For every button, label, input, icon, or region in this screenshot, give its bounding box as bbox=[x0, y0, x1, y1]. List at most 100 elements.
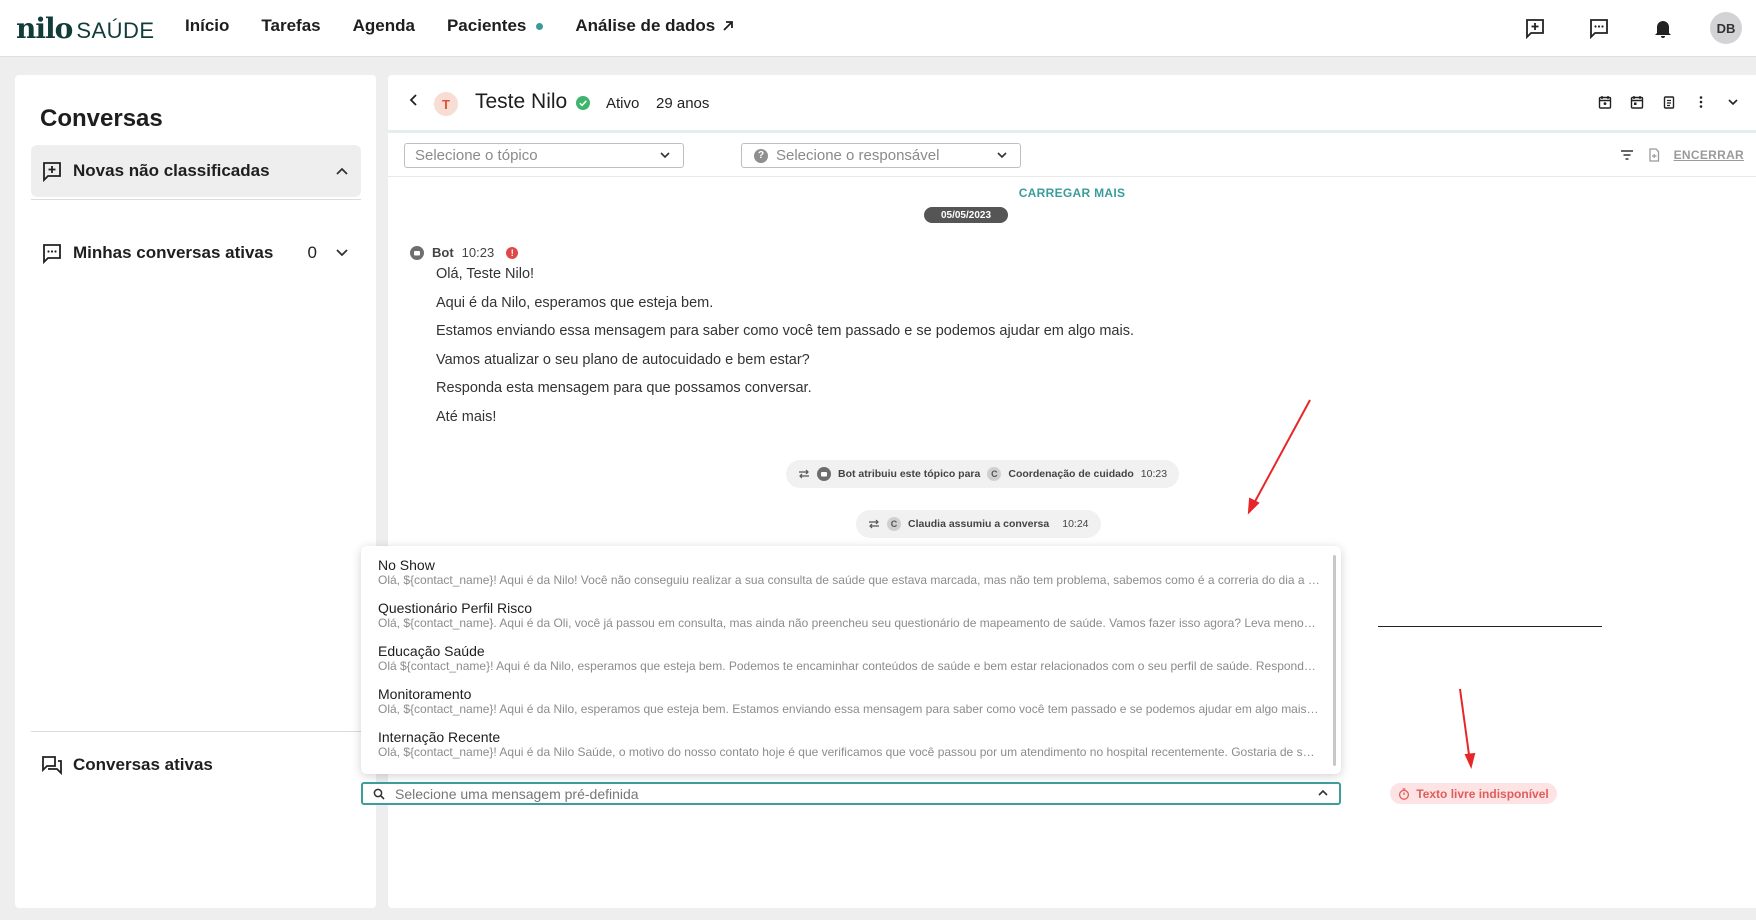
load-more-button[interactable]: CARREGAR MAIS bbox=[388, 186, 1756, 200]
bot-icon bbox=[817, 467, 831, 481]
user-badge: C bbox=[887, 517, 901, 531]
main-nav: Início Tarefas Agenda Pacientes Análise … bbox=[185, 16, 735, 36]
dropdown-scrollbar[interactable] bbox=[1333, 555, 1336, 766]
event-time: 10:24 bbox=[1062, 518, 1089, 530]
responsible-select[interactable]: ? Selecione o responsável bbox=[741, 143, 1021, 168]
user-avatar[interactable]: DB bbox=[1710, 12, 1742, 44]
template-title: No Show bbox=[378, 557, 435, 573]
section-novas-nao-classificadas[interactable]: Novas não classificadas bbox=[31, 145, 361, 197]
chevron-down-icon bbox=[660, 152, 670, 159]
section-label: Minhas conversas ativas bbox=[73, 243, 274, 262]
notification-dot-icon bbox=[536, 22, 544, 30]
template-preview: Olá ${contact_name}! Aqui é da Nilo, esp… bbox=[378, 659, 1320, 673]
bell-icon[interactable] bbox=[1646, 11, 1680, 45]
conversation-assumed-event: C Claudia assumiu a conversa 10:24 bbox=[856, 510, 1101, 538]
chat-bubble-icon bbox=[43, 244, 61, 264]
chevron-up-icon[interactable] bbox=[1317, 787, 1329, 799]
patient-name[interactable]: Teste Nilo bbox=[475, 90, 567, 114]
message-plus-icon bbox=[43, 162, 61, 182]
responsible-select-placeholder: Selecione o responsável bbox=[776, 147, 940, 164]
template-title: Monitoramento bbox=[378, 686, 472, 702]
footer-divider bbox=[31, 731, 361, 732]
question-mark-icon: ? bbox=[754, 148, 768, 163]
calendar-icon[interactable] bbox=[1628, 93, 1646, 111]
template-title: Educação Saúde bbox=[378, 643, 485, 659]
conversation-filters: Selecione o tópico ? Selecione o respons… bbox=[388, 133, 1756, 177]
topic-select-placeholder: Selecione o tópico bbox=[415, 147, 538, 164]
chevron-down-icon[interactable] bbox=[335, 246, 349, 260]
nav-agenda[interactable]: Agenda bbox=[353, 16, 415, 36]
external-link-arrow-icon bbox=[723, 21, 734, 31]
section-label: Conversas ativas bbox=[73, 755, 213, 774]
chevron-up-icon[interactable] bbox=[335, 164, 349, 178]
nav-analise-dados[interactable]: Análise de dados bbox=[575, 16, 735, 36]
swap-arrows-icon bbox=[869, 519, 879, 529]
nav-inicio[interactable]: Início bbox=[185, 16, 229, 36]
template-option[interactable]: Monitoramento Olá, ${contact_name}! Aqui… bbox=[378, 686, 1320, 716]
chat-icon[interactable] bbox=[1582, 11, 1616, 45]
section-divider bbox=[31, 199, 361, 200]
calendar-person-icon[interactable] bbox=[1596, 93, 1614, 111]
close-conversation-button[interactable]: ENCERRAR bbox=[1674, 148, 1744, 162]
message-line: Estamos enviando essa mensagem para sabe… bbox=[436, 323, 1134, 339]
timer-icon bbox=[1399, 787, 1410, 800]
top-navbar: nilo SAÚDE Início Tarefas Agenda Pacient… bbox=[0, 0, 1756, 57]
message-line: Aqui é da Nilo, esperamos que esteja bem… bbox=[436, 294, 714, 311]
back-arrow-icon[interactable] bbox=[408, 93, 420, 107]
event-target: Coordenação de cuidado bbox=[1008, 468, 1134, 480]
logo-suffix: SAÚDE bbox=[76, 18, 155, 43]
message-line: Olá, Teste Nilo! bbox=[436, 266, 535, 282]
conversations-sidebar: Conversas Novas não classificadas Minhas… bbox=[15, 75, 376, 908]
nav-tarefas[interactable]: Tarefas bbox=[261, 16, 320, 36]
section-conversas-ativas[interactable]: Conversas ativas bbox=[31, 739, 361, 791]
patient-actions bbox=[1596, 93, 1742, 111]
swap-arrows-icon bbox=[799, 469, 809, 479]
message-time: 10:23 bbox=[461, 245, 495, 260]
template-option[interactable]: No Show Olá, ${contact_name}! Aqui é da … bbox=[378, 557, 1320, 587]
chevron-down-icon bbox=[997, 152, 1007, 159]
predefined-messages-dropdown: No Show Olá, ${contact_name}! Aqui é da … bbox=[361, 546, 1341, 774]
nav-pacientes-label: Pacientes bbox=[446, 16, 527, 35]
patient-header: T Teste Nilo Ativo 29 anos bbox=[388, 75, 1756, 133]
free-text-status: Texto livre indisponível bbox=[1416, 786, 1549, 801]
patient-avatar: T bbox=[434, 92, 458, 116]
topic-select[interactable]: Selecione o tópico bbox=[404, 143, 684, 168]
forum-icon bbox=[42, 756, 62, 776]
sidebar-title: Conversas bbox=[40, 105, 163, 132]
topic-assignment-event: Bot atribuiu este tópico para C Coordena… bbox=[786, 460, 1180, 488]
template-option[interactable]: Internação Recente Olá, ${contact_name}!… bbox=[378, 729, 1320, 759]
filter-icon[interactable] bbox=[1620, 149, 1634, 161]
message-line: Vamos atualizar o seu plano de autocuida… bbox=[436, 351, 810, 368]
event-time: 10:23 bbox=[1140, 468, 1168, 480]
nilo-saude-logo[interactable]: nilo SAÚDE bbox=[16, 12, 155, 45]
template-preview: Olá, ${contact_name}! Aqui é da Nilo, es… bbox=[378, 702, 1320, 716]
section-minhas-conversas-ativas[interactable]: Minhas conversas ativas 0 bbox=[31, 227, 361, 279]
event-text: Claudia assumiu a conversa bbox=[908, 518, 1050, 530]
divider-line bbox=[1378, 626, 1602, 627]
document-icon[interactable] bbox=[1648, 148, 1660, 162]
patient-age: 29 anos bbox=[656, 95, 710, 112]
message-header: Bot 10:23 ! bbox=[410, 245, 519, 260]
nav-analise-label: Análise de dados bbox=[575, 16, 716, 35]
bot-icon bbox=[410, 245, 424, 260]
template-preview: Olá, ${contact_name}. Aqui é da Oli, voc… bbox=[378, 616, 1320, 630]
logo-brand: nilo bbox=[16, 12, 73, 45]
chevron-down-icon[interactable] bbox=[1724, 93, 1742, 111]
team-badge: C bbox=[987, 467, 1002, 481]
clipboard-icon[interactable] bbox=[1660, 93, 1678, 111]
template-preview: Olá, ${contact_name}! Aqui é da Nilo! Vo… bbox=[378, 573, 1320, 587]
event-text: Bot atribuiu este tópico para bbox=[838, 468, 981, 480]
verified-check-icon bbox=[576, 96, 590, 110]
section-label: Novas não classificadas bbox=[73, 161, 270, 180]
template-option[interactable]: Questionário Perfil Risco Olá, ${contact… bbox=[378, 600, 1320, 630]
template-preview: Olá, ${contact_name}! Aqui é da Nilo Saú… bbox=[378, 745, 1320, 759]
new-message-icon[interactable] bbox=[1518, 11, 1552, 45]
template-option[interactable]: Educação Saúde Olá ${contact_name}! Aqui… bbox=[378, 643, 1320, 673]
patient-status: Ativo bbox=[606, 95, 640, 112]
error-alert-icon[interactable]: ! bbox=[506, 246, 519, 259]
predefined-message-search[interactable] bbox=[361, 782, 1341, 805]
nav-pacientes[interactable]: Pacientes bbox=[446, 16, 544, 36]
template-title: Questionário Perfil Risco bbox=[378, 600, 533, 616]
predefined-message-input[interactable] bbox=[395, 785, 1295, 802]
more-vertical-icon[interactable] bbox=[1692, 93, 1710, 111]
